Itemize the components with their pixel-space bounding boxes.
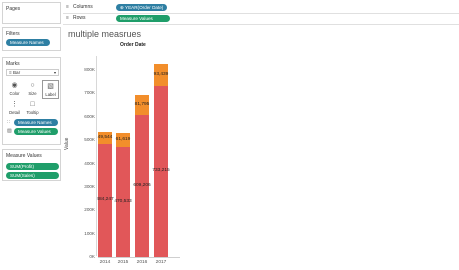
data-label-sales: 733,215 xyxy=(152,168,170,174)
x-tick-label: 2015 xyxy=(117,260,129,265)
y-tick-label: 700K xyxy=(84,90,95,96)
data-label-sales: 470,533 xyxy=(114,199,132,204)
data-label-profit: 81,795 xyxy=(134,102,150,108)
y-tick-label: 0K xyxy=(89,254,95,259)
y-tick-label: 400K xyxy=(84,160,95,166)
x-tick-label: 2017 xyxy=(155,260,167,265)
chart-area: 0K 100K 200K 300K 400K 500K 600K 700K 800K 484,24… xyxy=(0,0,459,270)
pane-divider xyxy=(96,56,97,256)
y-tick-label: 300K xyxy=(84,183,95,189)
y-tick-label: 100K xyxy=(84,230,95,236)
data-label-sales: 609,206 xyxy=(133,182,151,188)
x-tick-label: 2014 xyxy=(99,260,111,265)
y-tick-label: 200K xyxy=(84,207,95,213)
x-axis-line xyxy=(98,257,180,258)
x-tick-label: 2016 xyxy=(136,260,148,265)
y-tick-label: 800K xyxy=(84,67,95,73)
y-tick-label: 600K xyxy=(84,113,95,119)
data-label-profit: 93,439 xyxy=(153,71,169,77)
data-label-profit: 61,619 xyxy=(115,136,131,142)
